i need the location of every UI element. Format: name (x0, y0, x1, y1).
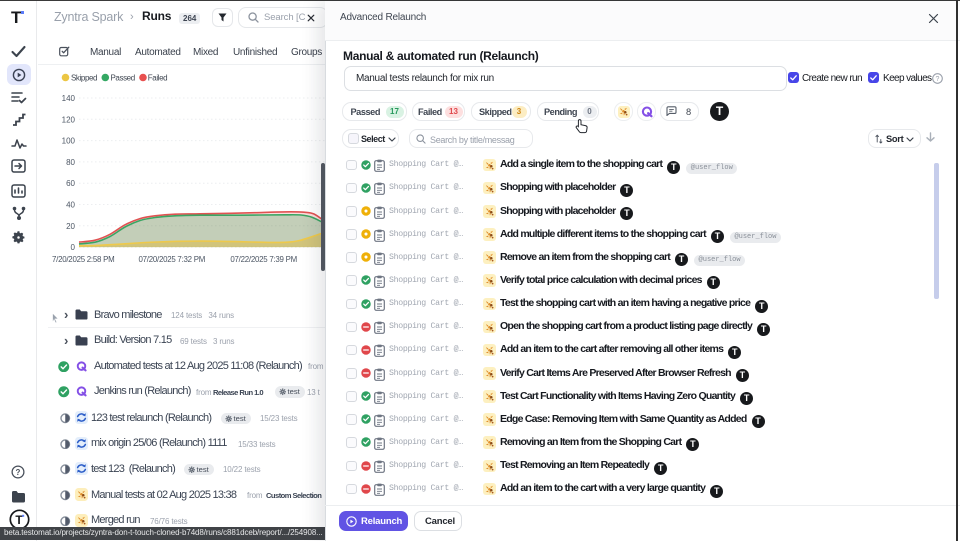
svg-text:?: ? (936, 76, 940, 83)
svg-text:?: ? (16, 468, 21, 477)
svg-text:T: T (15, 513, 23, 527)
